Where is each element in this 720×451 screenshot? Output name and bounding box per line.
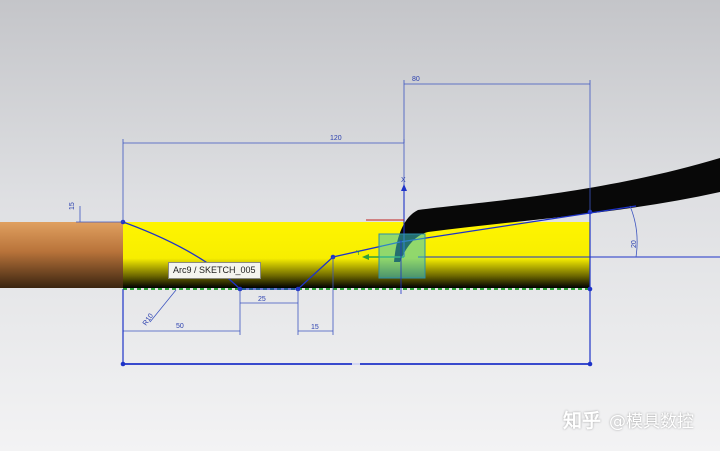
dim-valley-width[interactable]: 25 <box>258 296 266 303</box>
arc-tooltip: Arc9 / SKETCH_005 <box>168 262 261 279</box>
dim-bottom-length[interactable]: 50 <box>176 323 184 330</box>
watermark: 知乎 @模具数控 <box>563 406 694 433</box>
dim-right-length[interactable]: 80 <box>412 76 420 83</box>
dim-step-width[interactable]: 15 <box>311 324 319 331</box>
graphics-viewport[interactable]: 120 80 15 50 25 15 R10 20 X Y Arc9 / SKE… <box>0 0 720 451</box>
dim-angle[interactable]: 20 <box>631 240 638 248</box>
copper-rod[interactable] <box>0 222 123 288</box>
origin-handle[interactable] <box>378 233 426 279</box>
y-axis-arrow-icon <box>401 184 407 191</box>
dim-left-height[interactable]: 15 <box>69 202 76 210</box>
cad-scene[interactable]: 120 80 15 50 25 15 R10 20 X Y <box>0 0 720 451</box>
dim-top-length[interactable]: 120 <box>330 135 342 142</box>
x-axis-label: Y <box>356 250 361 257</box>
watermark-author: @模具数控 <box>609 412 694 432</box>
dim-arc-radius[interactable]: R10 <box>142 313 155 328</box>
watermark-brand: 知乎 <box>562 410 601 432</box>
y-axis-label: X <box>401 177 406 184</box>
